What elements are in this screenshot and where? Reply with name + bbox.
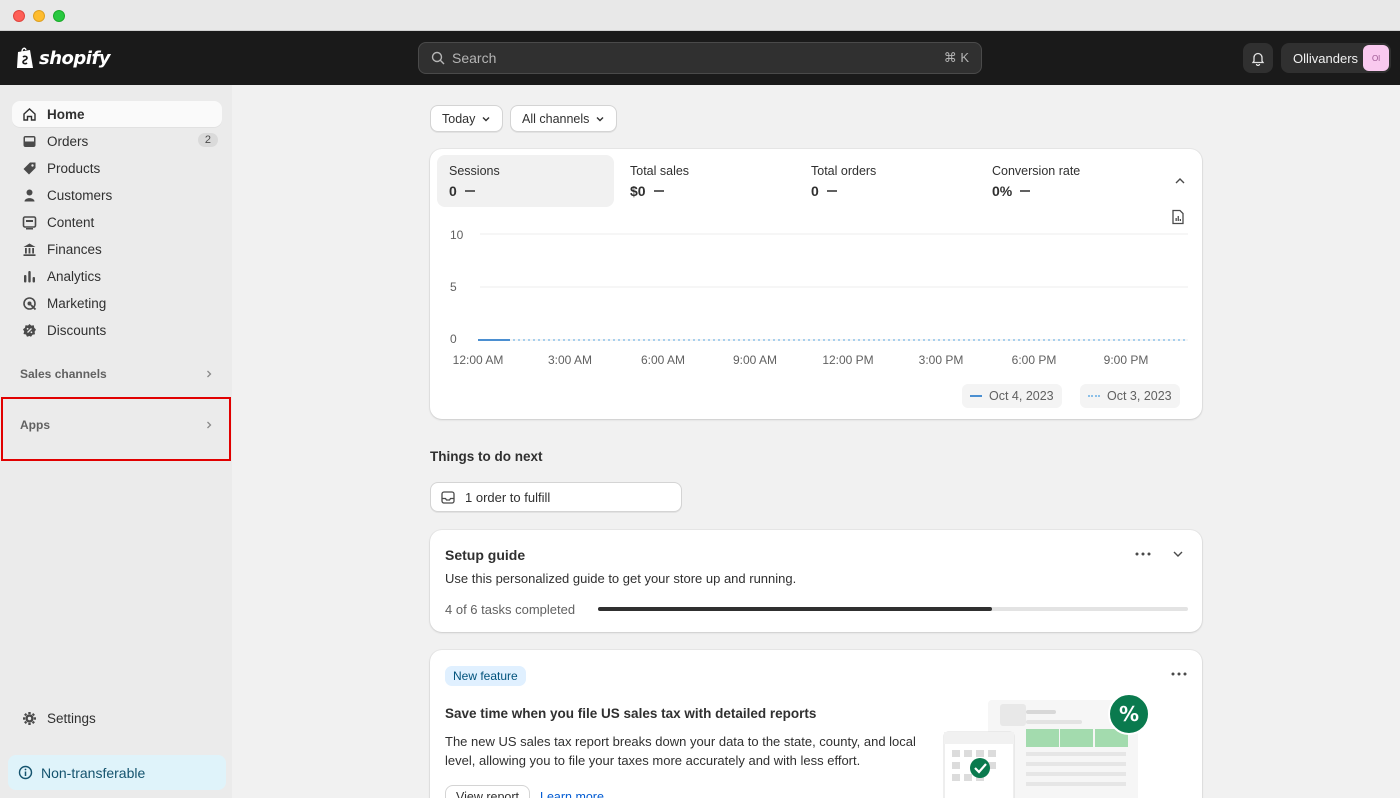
new-feature-card: New feature Save time when you file US s… [430, 650, 1202, 798]
date-filter-button[interactable]: Today [430, 105, 504, 132]
sidebar-item-finances[interactable]: Finances [12, 236, 222, 262]
dotted-line-swatch [1088, 395, 1100, 397]
search-bar[interactable]: Search ⌘ K [418, 42, 982, 74]
non-transferable-label: Non-transferable [41, 764, 146, 781]
learn-more-link[interactable]: Learn more [540, 790, 604, 798]
sidebar-item-content[interactable]: Content [12, 209, 222, 235]
x-tick-label: 6:00 AM [640, 353, 686, 367]
new-feature-body: The new US sales tax report breaks down … [445, 734, 916, 768]
more-options-icon[interactable] [1171, 672, 1187, 676]
setup-guide-description: Use this personalized guide to get your … [445, 571, 797, 586]
legend-label: Oct 4, 2023 [989, 389, 1054, 403]
setup-guide-title: Setup guide [445, 547, 526, 563]
person-icon [24, 189, 35, 201]
home-icon [23, 107, 36, 121]
svg-text:%: % [1119, 702, 1139, 726]
x-tick-label: 6:00 PM [1011, 353, 1057, 367]
shopify-bag-icon [17, 47, 33, 68]
date-filter-label: Today [442, 111, 476, 126]
zoom-window-button[interactable] [53, 10, 65, 22]
sidebar: Home Orders 2 Products Customers Content… [0, 85, 232, 798]
x-tick-label: 12:00 AM [452, 353, 504, 367]
sales-channels-section[interactable]: Sales channels [12, 361, 222, 387]
sales-tax-report-illustration: % [943, 694, 1150, 798]
x-tick-label: 12:00 PM [822, 353, 874, 367]
sidebar-item-orders[interactable]: Orders 2 [12, 128, 222, 154]
sidebar-item-discounts[interactable]: Discounts [12, 317, 222, 343]
window-titlebar [0, 0, 1400, 31]
search-shortcut: ⌘ K [943, 50, 969, 65]
search-placeholder: Search [452, 50, 497, 66]
new-feature-title: Save time when you file US sales tax wit… [445, 706, 817, 721]
setup-guide-card: Setup guide Use this personalized guide … [430, 530, 1202, 632]
sidebar-item-marketing[interactable]: Marketing [12, 290, 222, 316]
more-options-icon[interactable] [1135, 552, 1151, 556]
legend-label: Oct 3, 2023 [1107, 389, 1172, 403]
notifications-button[interactable] [1243, 43, 1273, 73]
brand-name: shopify [39, 47, 111, 69]
setup-progress-fill [598, 607, 992, 611]
non-transferable-banner[interactable]: Non-transferable [8, 755, 226, 790]
discount-icon [23, 323, 36, 337]
x-tick-label: 9:00 PM [1103, 353, 1149, 367]
view-report-button[interactable]: View report [445, 785, 530, 798]
info-icon [18, 765, 33, 780]
legend-item-current[interactable]: Oct 4, 2023 [962, 384, 1062, 408]
sidebar-item-label: Orders [47, 133, 89, 149]
bell-icon [1251, 52, 1265, 66]
sidebar-item-label: Settings [47, 710, 96, 726]
top-bar: shopify Search ⌘ K Ollivanders Ol [0, 31, 1400, 85]
x-tick-label: 3:00 PM [918, 353, 964, 367]
bar-chart-icon [24, 270, 35, 282]
sidebar-item-label: Analytics [47, 268, 102, 284]
new-feature-badge: New feature [445, 666, 526, 686]
channels-filter-button[interactable]: All channels [510, 105, 618, 132]
sidebar-item-label: Home [47, 106, 85, 122]
tag-icon [23, 162, 36, 174]
sales-channels-label: Sales channels [20, 367, 107, 381]
store-menu-button[interactable]: Ollivanders Ol [1281, 43, 1391, 73]
sidebar-item-customers[interactable]: Customers [12, 182, 222, 208]
chevron-right-icon [207, 370, 212, 378]
sidebar-item-label: Customers [47, 187, 113, 203]
apps-highlight-box [1, 397, 231, 461]
x-tick-label: 3:00 AM [547, 353, 593, 367]
orders-count-badge: 2 [197, 133, 218, 147]
search-icon [431, 51, 445, 65]
sidebar-item-products[interactable]: Products [12, 155, 222, 181]
sidebar-item-settings[interactable]: Settings [12, 705, 222, 731]
content-icon [22, 215, 37, 229]
things-to-do-heading: Things to do next [430, 449, 543, 464]
sidebar-item-label: Content [47, 214, 95, 230]
inbox-icon [23, 135, 36, 147]
store-avatar: Ol [1363, 45, 1389, 71]
sidebar-item-label: Marketing [47, 295, 107, 311]
chevron-down-icon [482, 116, 490, 121]
setup-progress-label: 4 of 6 tasks completed [445, 602, 576, 617]
x-tick-label: 9:00 AM [732, 353, 778, 367]
sidebar-item-label: Finances [47, 241, 102, 257]
chevron-down-icon [596, 116, 604, 121]
target-icon [23, 296, 37, 310]
inbox-icon [441, 490, 455, 504]
expand-chevron-down-icon[interactable] [1172, 549, 1184, 559]
sidebar-item-label: Discounts [47, 322, 107, 338]
shopify-logo[interactable]: shopify [15, 45, 111, 71]
legend-item-previous[interactable]: Oct 3, 2023 [1080, 384, 1180, 408]
sidebar-item-analytics[interactable]: Analytics [12, 263, 222, 289]
solid-line-swatch [970, 395, 982, 397]
analytics-card: Sessions 0 Total sales $0 Total orders 0… [430, 149, 1202, 419]
bank-icon [23, 243, 36, 256]
sidebar-item-home[interactable]: Home [12, 101, 222, 127]
orders-to-fulfill-label: 1 order to fulfill [465, 489, 551, 505]
sidebar-item-label: Products [47, 160, 101, 176]
minimize-window-button[interactable] [33, 10, 45, 22]
channels-filter-label: All channels [522, 111, 590, 126]
close-window-button[interactable] [13, 10, 25, 22]
orders-to-fulfill-button[interactable]: 1 order to fulfill [430, 482, 682, 512]
sessions-chart [478, 233, 1188, 341]
setup-progress-bar [598, 607, 1188, 611]
gear-icon [23, 711, 36, 725]
store-name: Ollivanders [1293, 50, 1359, 66]
